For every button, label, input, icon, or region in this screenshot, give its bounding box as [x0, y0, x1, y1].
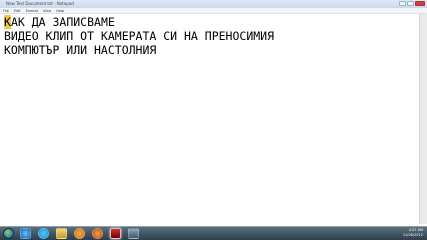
vertical-scrollbar[interactable] [419, 14, 427, 224]
maximize-button[interactable] [407, 1, 414, 6]
screen: New Text Document.txt - Notepad File Edi… [0, 0, 427, 240]
window-title: New Text Document.txt - Notepad [6, 1, 74, 6]
system-tray-clock[interactable]: 4:37 AM 11/26/2012 [403, 228, 423, 238]
text-editor-area[interactable]: КАК ДА ЗАПИСВАМЕ ВИДЕО КЛИП ОТ КАМЕРАТА … [2, 14, 418, 224]
skype-icon[interactable] [38, 228, 49, 239]
media-player-icon[interactable] [74, 228, 85, 239]
minimize-button[interactable] [399, 1, 406, 6]
menu-edit[interactable]: Edit [14, 8, 21, 13]
menu-help[interactable]: Help [56, 8, 64, 13]
title-bar[interactable]: New Text Document.txt - Notepad [0, 0, 427, 8]
document-text: КАК ДА ЗАПИСВАМЕ ВИДЕО КЛИП ОТ КАМЕРАТА … [4, 15, 274, 57]
clock-date: 11/26/2012 [402, 233, 423, 237]
internet-explorer-icon[interactable] [20, 228, 31, 239]
taskbar: 4:37 AM 11/26/2012 [0, 226, 427, 240]
menu-view[interactable]: View [43, 8, 51, 13]
firefox-icon[interactable] [92, 228, 103, 239]
windows-explorer-icon[interactable] [56, 228, 67, 239]
menu-file[interactable]: File [3, 8, 9, 13]
window-controls [399, 1, 425, 6]
taskbar-pinned-apps [20, 228, 139, 239]
notepad-window: New Text Document.txt - Notepad File Edi… [0, 0, 427, 226]
start-orb-icon[interactable] [3, 228, 14, 239]
close-button[interactable] [415, 1, 425, 6]
document-line-2: ВИДЕО КЛИП ОТ КАМЕРАТА СИ НА ПРЕНОСИМИЯ [4, 29, 275, 43]
menu-format[interactable]: Format [26, 8, 38, 13]
app-red-icon[interactable] [110, 228, 121, 239]
selected-character: К [4, 15, 11, 29]
app-gray-icon[interactable] [128, 228, 139, 239]
document-line-1-rest: АК ДА ЗАПИСВАМЕ [10, 15, 115, 29]
document-line-3: КОМПЮТЪР ИЛИ НАСТОЛНИЯ [4, 43, 157, 57]
